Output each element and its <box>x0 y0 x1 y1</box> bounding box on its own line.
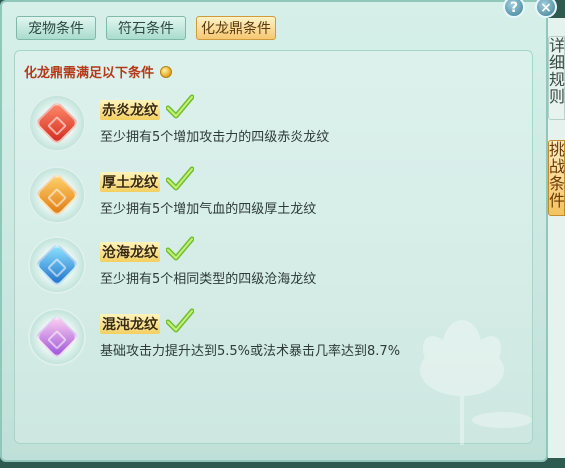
requirement-description: 基础攻击力提升达到5.5%或法术暴击几率达到8.7% <box>100 344 401 359</box>
detail-rules-button[interactable]: 详细规则 <box>548 36 565 120</box>
conditions-header: 化龙鼎需满足以下条件 <box>24 62 173 81</box>
requirement-description: 至少拥有5个增加攻击力的四级赤炎龙纹 <box>100 130 330 145</box>
gem-slot <box>28 236 86 294</box>
gem-slot <box>28 166 86 224</box>
blue-dragon-rune-icon <box>34 242 80 288</box>
conditions-header-text: 化龙鼎需满足以下条件 <box>24 66 155 81</box>
check-mark-icon <box>166 308 194 333</box>
close-button[interactable]: × <box>535 0 557 18</box>
purple-dragon-rune-icon <box>34 314 80 360</box>
tab-rune-conditions[interactable]: 符石条件 <box>106 16 186 40</box>
check-mark-icon <box>166 236 194 261</box>
lotus-decoration <box>420 320 532 445</box>
tab-bar: 宠物条件 符石条件 化龙鼎条件 <box>16 16 276 40</box>
check-mark-icon <box>166 166 194 191</box>
requirement-name: 沧海龙纹 <box>100 242 160 262</box>
challenge-conditions-button[interactable]: 挑战条件 <box>548 140 565 216</box>
requirement-item-chiyan: 赤炎龙纹 至少拥有5个增加攻击力的四级赤炎龙纹 <box>28 94 508 154</box>
requirement-name: 厚土龙纹 <box>100 172 160 192</box>
requirement-item-houtu: 厚土龙纹 至少拥有5个增加气血的四级厚土龙纹 <box>28 166 508 226</box>
tab-dragon-cauldron-conditions[interactable]: 化龙鼎条件 <box>196 16 276 40</box>
requirement-description: 至少拥有5个相同类型的四级沧海龙纹 <box>100 272 317 287</box>
gem-slot <box>28 308 86 366</box>
tab-pet-conditions[interactable]: 宠物条件 <box>16 16 96 40</box>
gem-slot <box>28 94 86 152</box>
info-coin-icon[interactable] <box>160 65 173 78</box>
orange-dragon-rune-icon <box>34 172 80 218</box>
check-mark-icon <box>166 94 194 119</box>
requirement-item-canghai: 沧海龙纹 至少拥有5个相同类型的四级沧海龙纹 <box>28 236 508 296</box>
requirement-description: 至少拥有5个增加气血的四级厚土龙纹 <box>100 202 317 217</box>
requirement-name: 混沌龙纹 <box>100 314 160 334</box>
requirement-name: 赤炎龙纹 <box>100 100 160 120</box>
red-dragon-rune-icon <box>34 100 80 146</box>
